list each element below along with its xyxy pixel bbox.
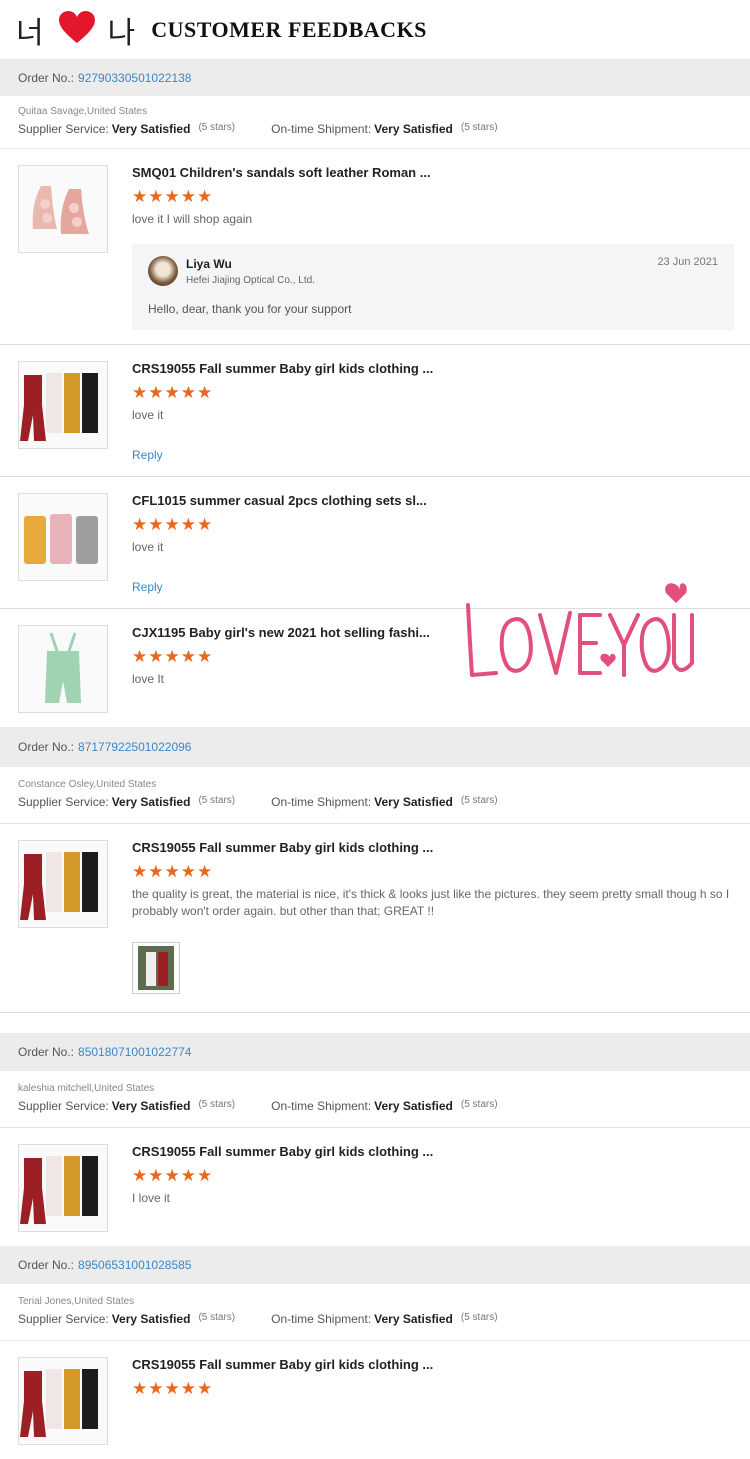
supplier-service-value: Very Satisfied	[111, 1312, 191, 1326]
shipment-label: On-time Shipment:	[271, 122, 372, 136]
product-title[interactable]: CRS19055 Fall summer Baby girl kids clot…	[132, 840, 734, 855]
review-item: CRS19055 Fall summer Baby girl kids clot…	[0, 345, 750, 477]
review-comment: I love it	[132, 1191, 171, 1205]
star-rating: ★★★★★	[132, 187, 214, 206]
product-thumbnail-romper-set[interactable]	[18, 493, 108, 581]
buyer-info: Quitaa Savage,United States Supplier Ser…	[0, 96, 750, 149]
service-ratings: Supplier Service: Very Satisfied (5 stars)…	[18, 122, 732, 136]
review-item: CRS19055 Fall summer Baby girl kids clot…	[0, 1128, 750, 1246]
review-comment: love it	[132, 540, 164, 554]
product-thumbnail-green-romper[interactable]	[18, 625, 108, 713]
shipment-value: Very Satisfied	[374, 795, 453, 809]
reply-link[interactable]: Reply	[132, 448, 734, 462]
order-no-label: Order No.:	[18, 1258, 75, 1272]
supplier-stars-text: (5 stars)	[198, 1312, 236, 1323]
service-ratings: Supplier Service: Very Satisfied (5 stars)…	[18, 795, 732, 809]
reply-message: Hello, dear, thank you for your support	[148, 302, 352, 316]
service-ratings: Supplier Service: Very Satisfied (5 stars)…	[18, 1099, 732, 1113]
shipment-label: On-time Shipment:	[271, 1312, 372, 1326]
star-rating: ★★★★★	[132, 862, 214, 881]
buyer-name: kaleshia mitchell,United States	[18, 1083, 155, 1094]
shipment-value: Very Satisfied	[374, 1312, 453, 1326]
order-number-link[interactable]: 85018071001022774	[78, 1045, 191, 1059]
product-title[interactable]: CRS19055 Fall summer Baby girl kids clot…	[132, 361, 734, 376]
shipment-label: On-time Shipment:	[271, 795, 372, 809]
product-title[interactable]: SMQ01 Children's sandals soft leather Ro…	[132, 165, 734, 180]
review-item: CRS19055 Fall summer Baby girl kids clot…	[0, 1341, 750, 1459]
seller-avatar	[148, 256, 178, 286]
order-no-label: Order No.:	[18, 71, 75, 85]
product-title[interactable]: CFL1015 summer casual 2pcs clothing sets…	[132, 493, 734, 508]
product-thumbnail-clothing[interactable]	[18, 361, 108, 449]
order-no-label: Order No.:	[18, 740, 75, 754]
product-title[interactable]: CRS19055 Fall summer Baby girl kids clot…	[132, 1144, 734, 1159]
heart-icon	[58, 10, 96, 49]
service-ratings: Supplier Service: Very Satisfied (5 stars)…	[18, 1312, 732, 1326]
star-rating: ★★★★★	[132, 383, 214, 402]
review-comment: love it	[132, 408, 164, 422]
order-number-link[interactable]: 89506531001028585	[78, 1258, 191, 1272]
love-you-decoration	[460, 575, 700, 690]
reply-date: 23 Jun 2021	[657, 256, 718, 268]
shipment-stars-text: (5 stars)	[460, 795, 498, 806]
review-comment: the quality is great, the material is ni…	[132, 887, 730, 918]
order-bar: Order No.: 87177922501022096	[0, 727, 750, 767]
shipment-stars-text: (5 stars)	[460, 1099, 498, 1110]
seller-company: Hefei Jiajing Optical Co., Ltd.	[186, 274, 315, 286]
supplier-service-label: Supplier Service:	[18, 122, 109, 136]
supplier-stars-text: (5 stars)	[198, 795, 236, 806]
supplier-service-label: Supplier Service:	[18, 1312, 109, 1326]
shipment-label: On-time Shipment:	[271, 1099, 372, 1113]
buyer-name: Terial Jones,United States	[18, 1296, 135, 1307]
supplier-service-value: Very Satisfied	[111, 795, 191, 809]
page-header: 너 나 CUSTOMER FEEDBACKS	[0, 0, 750, 60]
product-thumbnail-clothing[interactable]	[18, 840, 108, 928]
order-bar: Order No.: 85018071001022774	[0, 1033, 750, 1071]
buyer-info: Constance Osley,United States Supplier S…	[0, 767, 750, 824]
supplier-service-value: Very Satisfied	[111, 1099, 191, 1113]
buyer-name: Constance Osley,United States	[18, 779, 157, 790]
star-rating: ★★★★★	[132, 1166, 214, 1185]
review-comment: love it I will shop again	[132, 212, 253, 226]
buyer-info: Terial Jones,United States Supplier Serv…	[0, 1284, 750, 1341]
product-thumbnail-clothing[interactable]	[18, 1357, 108, 1445]
shipment-stars-text: (5 stars)	[460, 122, 498, 133]
order-number-link[interactable]: 87177922501022096	[78, 740, 191, 754]
star-rating: ★★★★★	[132, 515, 214, 534]
buyer-info: kaleshia mitchell,United States Supplier…	[0, 1071, 750, 1128]
supplier-service-label: Supplier Service:	[18, 1099, 109, 1113]
order-bar: Order No.: 92790330501022138	[0, 60, 750, 96]
shipment-stars-text: (5 stars)	[460, 1312, 498, 1323]
supplier-service-label: Supplier Service:	[18, 795, 109, 809]
order-no-label: Order No.:	[18, 1045, 75, 1059]
buyer-name: Quitaa Savage,United States	[18, 106, 147, 117]
shipment-value: Very Satisfied	[374, 1099, 453, 1113]
supplier-stars-text: (5 stars)	[198, 1099, 236, 1110]
star-rating: ★★★★★	[132, 1379, 214, 1398]
supplier-service-value: Very Satisfied	[111, 122, 191, 136]
seller-name: Liya Wu	[186, 256, 232, 271]
supplier-stars-text: (5 stars)	[198, 122, 236, 133]
order-bar: Order No.: 89506531001028585	[0, 1246, 750, 1284]
seller-reply: Liya Wu Hefei Jiajing Optical Co., Ltd. …	[132, 244, 734, 330]
product-title[interactable]: CRS19055 Fall summer Baby girl kids clot…	[132, 1357, 734, 1372]
korean-word-right: 나	[107, 15, 138, 51]
review-photo[interactable]	[132, 942, 180, 994]
korean-word-left: 너	[16, 15, 46, 51]
page-title: CUSTOMER FEEDBACKS	[151, 16, 427, 42]
shipment-value: Very Satisfied	[374, 122, 453, 136]
product-thumbnail-sandals[interactable]	[18, 165, 108, 253]
review-item: CRS19055 Fall summer Baby girl kids clot…	[0, 824, 750, 1013]
order-number-link[interactable]: 92790330501022138	[78, 71, 191, 85]
review-item: SMQ01 Children's sandals soft leather Ro…	[0, 149, 750, 345]
product-thumbnail-clothing[interactable]	[18, 1144, 108, 1232]
